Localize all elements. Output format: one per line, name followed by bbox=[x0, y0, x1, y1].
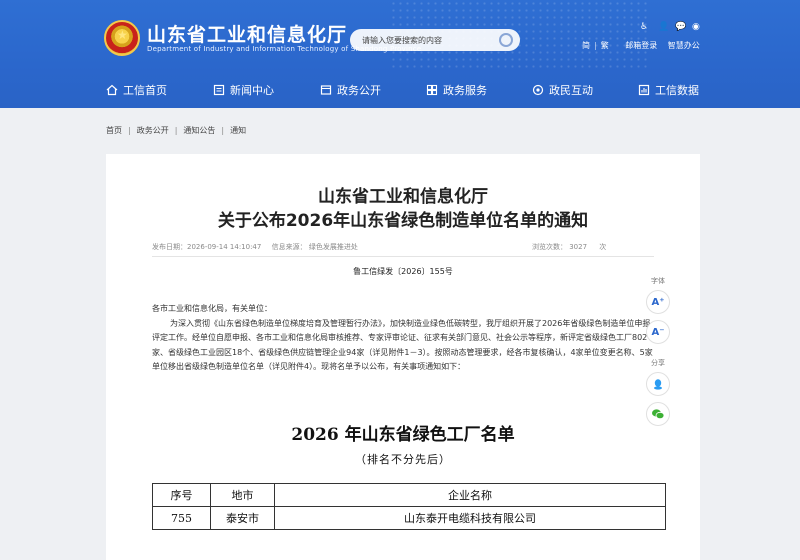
site-header: ★ 山东省工业和信息化厅 Department of Industry and … bbox=[0, 0, 800, 108]
nav-label: 新闻中心 bbox=[230, 84, 274, 97]
nav-label: 工信首页 bbox=[123, 84, 167, 97]
qq-share-icon[interactable] bbox=[646, 372, 670, 396]
nav-label: 政务服务 bbox=[443, 84, 487, 97]
column-header-city: 地市 bbox=[210, 483, 275, 507]
nav-label: 政民互动 bbox=[549, 84, 593, 97]
news-icon bbox=[213, 84, 225, 96]
list-title: 2026 年山东省绿色工厂名单 bbox=[291, 425, 515, 445]
open-gov-icon bbox=[320, 84, 332, 96]
share-label: 分享 bbox=[651, 359, 665, 367]
cell-no: 755 bbox=[152, 506, 211, 530]
font-decrease-button[interactable]: A⁻ bbox=[646, 320, 670, 344]
breadcrumb-notices[interactable]: 通知公告 bbox=[183, 126, 215, 135]
info-source: 信息来源： 绿色发展推进处 bbox=[271, 243, 358, 251]
national-emblem-icon: ★ bbox=[104, 20, 140, 56]
top-links: 简 | 繁 邮箱登录 智慧办公 bbox=[582, 41, 700, 50]
breadcrumb-separator: | bbox=[128, 126, 131, 135]
article-title-line2: 关于公布2026年山东省绿色制造单位名单的通知 bbox=[217, 211, 589, 231]
article-title-line1: 山东省工业和信息化厅 bbox=[318, 187, 488, 207]
column-header-company: 企业名称 bbox=[274, 483, 666, 507]
breadcrumb-separator: | bbox=[221, 126, 225, 135]
nav-item-news[interactable]: 新闻中心 bbox=[213, 81, 274, 99]
body-paragraph: 为深入贯彻《山东省绿色制造单位梯度培育及管理暂行办法》，加快制造业绿色低碳转型，… bbox=[152, 318, 653, 372]
column-header-no: 序号 bbox=[152, 483, 211, 507]
article-body: 各市工业和信息化局，有关单位： 为深入贯彻《山东省绿色制造单位梯度培育及管理暂行… bbox=[152, 302, 658, 375]
interaction-icon bbox=[532, 84, 544, 96]
breadcrumb-home[interactable]: 首页 bbox=[106, 126, 122, 135]
nav-item-data[interactable]: 工信数据 bbox=[638, 81, 699, 99]
list-subtitle: （排名不分先后） bbox=[355, 453, 451, 466]
font-increase-button[interactable]: A⁺ bbox=[646, 290, 670, 314]
views: 浏览次数： 3027 bbox=[532, 243, 588, 251]
article-meta: 发布日期：2026-09-14 14:10:47 信息来源： 绿色发展推进处 bbox=[152, 242, 366, 252]
nav-item-open-gov[interactable]: 政务公开 bbox=[320, 81, 381, 99]
wechat-share-icon[interactable] bbox=[646, 402, 670, 426]
home-icon bbox=[106, 84, 118, 96]
nav-item-home[interactable]: 工信首页 bbox=[106, 81, 167, 99]
cell-city: 泰安市 bbox=[210, 506, 275, 530]
elder-mode-icon[interactable]: 👤 bbox=[658, 22, 669, 32]
weibo-icon[interactable]: ◉ bbox=[692, 22, 700, 32]
simplified-chinese-link[interactable]: 简 bbox=[582, 41, 590, 50]
nav-label: 工信数据 bbox=[655, 84, 699, 97]
font-size-label: 字体 bbox=[651, 277, 665, 285]
top-icon-bar: ♿ 👤 💬 ◉ bbox=[640, 22, 720, 36]
wechat-icon[interactable]: 💬 bbox=[675, 22, 686, 32]
breadcrumb: 首页 | 政务公开 | 通知公告 | 通知 bbox=[106, 125, 246, 136]
nav-item-service[interactable]: 政务服务 bbox=[426, 81, 487, 99]
cell-company: 山东泰开电缆科技有限公司 bbox=[274, 506, 666, 530]
breadcrumb-notice[interactable]: 通知 bbox=[230, 126, 246, 135]
service-icon bbox=[426, 84, 438, 96]
mail-login-link[interactable]: 邮箱登录 bbox=[625, 41, 657, 50]
data-icon bbox=[638, 84, 650, 96]
salutation: 各市工业和信息化局，有关单位： bbox=[152, 304, 272, 313]
document-number: 鲁工信绿发〔2026〕155号 bbox=[353, 267, 453, 276]
breadcrumb-separator: | bbox=[174, 126, 178, 135]
article-card: 山东省工业和信息化厅 关于公布2026年山东省绿色制造单位名单的通知 发布日期：… bbox=[106, 154, 700, 560]
traditional-chinese-link[interactable]: 繁 bbox=[601, 41, 609, 50]
search-input[interactable] bbox=[362, 32, 492, 48]
smart-office-link[interactable]: 智慧办公 bbox=[668, 41, 700, 50]
search-box bbox=[350, 29, 520, 51]
meta-divider bbox=[152, 256, 654, 257]
accessibility-icon[interactable]: ♿ bbox=[640, 22, 648, 32]
nav-item-interaction[interactable]: 政民互动 bbox=[532, 81, 593, 99]
factory-list-table: 序号 地市 企业名称 755 泰安市 山东泰开电缆科技有限公司 bbox=[152, 483, 666, 530]
breadcrumb-open-gov[interactable]: 政务公开 bbox=[137, 126, 169, 135]
nav-label: 政务公开 bbox=[337, 84, 381, 97]
table-header-row: 序号 地市 企业名称 bbox=[152, 483, 666, 507]
view-count: 浏览次数： 3027 次 bbox=[532, 242, 606, 252]
table-row: 755 泰安市 山东泰开电缆科技有限公司 bbox=[152, 506, 666, 530]
publish-date: 发布日期：2026-09-14 14:10:47 bbox=[152, 243, 262, 251]
site-title[interactable]: 山东省工业和信息化厅 bbox=[147, 20, 347, 47]
search-icon[interactable] bbox=[499, 33, 513, 47]
main-nav: 工信首页 新闻中心 政务公开 政务服务 政民互动 工信数据 bbox=[0, 72, 800, 108]
views-unit: 次 bbox=[599, 243, 607, 251]
